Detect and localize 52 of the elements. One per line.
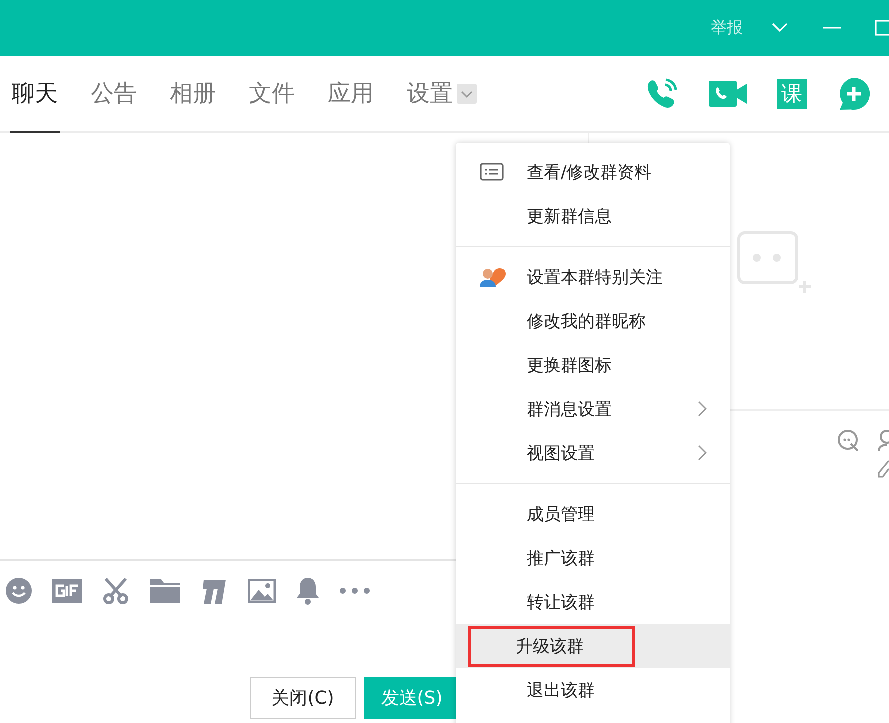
- menu-item[interactable]: 推广该群: [456, 536, 730, 580]
- menu-item-label: 转让该群: [526, 592, 596, 614]
- emoji-icon[interactable]: [6, 578, 32, 604]
- heart-user-icon: [480, 266, 508, 288]
- tab[interactable]: 聊天: [10, 56, 60, 133]
- shake-icon[interactable]: [200, 578, 228, 604]
- minimize-icon[interactable]: [823, 26, 841, 30]
- menu-item[interactable]: 设置本群特别关注: [456, 255, 730, 299]
- bell-icon[interactable]: [296, 577, 320, 605]
- tab[interactable]: 文件: [247, 56, 297, 133]
- tab[interactable]: 公告: [89, 56, 139, 133]
- dropdown-icon[interactable]: [457, 84, 477, 104]
- menu-item-label: 推广该群: [526, 548, 596, 570]
- image-icon[interactable]: [248, 579, 276, 603]
- menu-item[interactable]: 群消息设置: [456, 387, 730, 431]
- menu-item-label: 升级该群: [468, 626, 635, 666]
- menu-item-label: 更换群图标: [526, 354, 613, 378]
- menu-item[interactable]: 成员管理: [456, 492, 730, 536]
- menu-item-label: 修改我的群昵称: [526, 310, 647, 334]
- menu-item[interactable]: 升级该群: [456, 624, 730, 668]
- scissors-icon[interactable]: [102, 577, 130, 605]
- video-call-icon[interactable]: [709, 78, 747, 108]
- search-member-icon[interactable]: [837, 429, 861, 453]
- id-card-icon: [480, 163, 504, 181]
- maximize-icon[interactable]: [875, 20, 889, 36]
- menu-item-label: 视图设置: [526, 442, 596, 466]
- gif-icon[interactable]: [52, 579, 82, 603]
- menu-item[interactable]: 视图设置: [456, 431, 730, 475]
- chevron-right-icon: [698, 401, 708, 417]
- menu-item[interactable]: 转让该群: [456, 580, 730, 624]
- menu-item[interactable]: 查看/修改群资料: [456, 150, 730, 194]
- menu-item-label: 设置本群特别关注: [526, 266, 664, 290]
- menu-item[interactable]: 修改我的群昵称: [456, 299, 730, 343]
- phone-icon[interactable]: [645, 76, 679, 110]
- pencil-icon[interactable]: [877, 459, 889, 479]
- chevron-down-icon[interactable]: [771, 22, 789, 34]
- add-member-icon[interactable]: [877, 429, 889, 453]
- more-icon[interactable]: [340, 588, 370, 594]
- add-icon[interactable]: [837, 76, 871, 110]
- tab[interactable]: 应用: [326, 56, 376, 133]
- menu-item-label: 群消息设置: [526, 398, 613, 422]
- tab[interactable]: 相册: [168, 56, 218, 133]
- menu-item-label: 退出该群: [526, 680, 596, 702]
- menu-item-label: 成员管理: [526, 504, 596, 526]
- menu-item[interactable]: 更新群信息: [456, 194, 730, 238]
- menu-item-label: 查看/修改群资料: [526, 162, 653, 184]
- chevron-right-icon: [698, 445, 708, 461]
- close-button[interactable]: 关闭(C): [250, 677, 356, 719]
- menu-item[interactable]: 更换群图标: [456, 343, 730, 387]
- tab[interactable]: 设置: [405, 56, 479, 133]
- folder-icon[interactable]: [150, 579, 180, 603]
- menu-item-label: 更新群信息: [526, 206, 613, 228]
